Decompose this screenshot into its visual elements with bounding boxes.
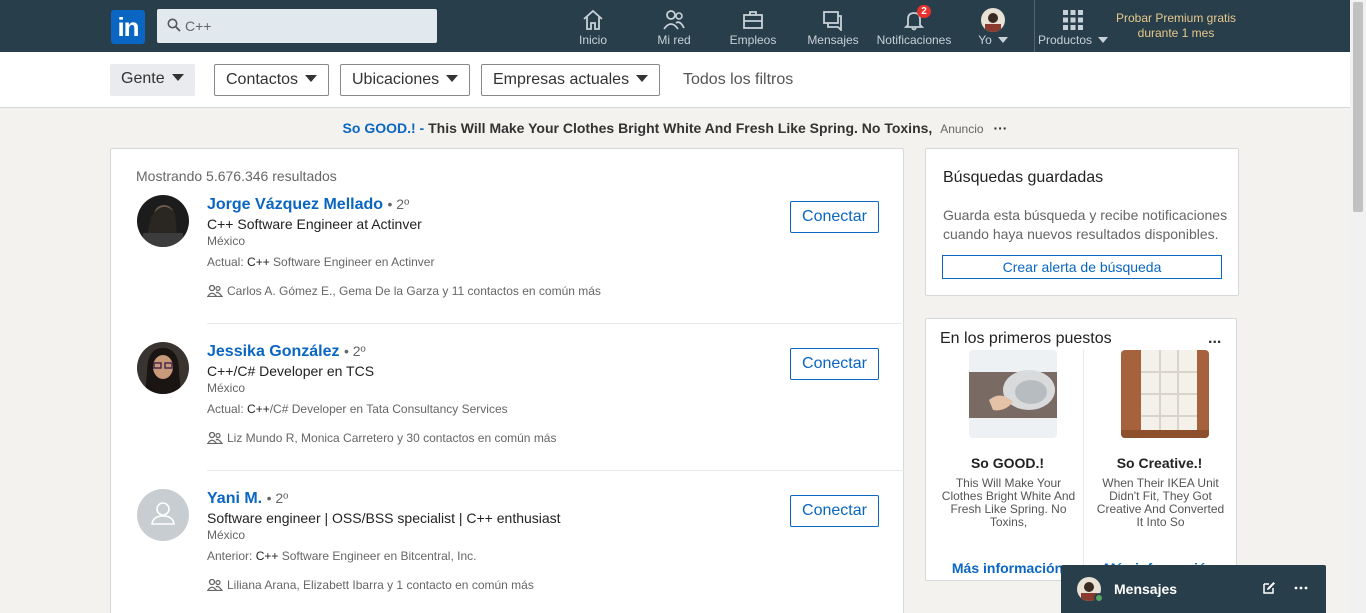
ad-title: So Creative.! bbox=[1116, 455, 1203, 471]
avatar[interactable] bbox=[137, 342, 189, 394]
person-location: México bbox=[207, 234, 246, 248]
nav-divider bbox=[1034, 0, 1035, 52]
promoted-ad[interactable]: So GOOD.! This Will Make Your Clothes Br… bbox=[932, 350, 1083, 580]
ad-menu-icon[interactable]: ··· bbox=[993, 120, 1007, 136]
chevron-down-icon bbox=[171, 74, 184, 82]
saved-searches-title: Búsquedas guardadas bbox=[943, 169, 1104, 186]
home-icon bbox=[583, 9, 603, 30]
ad-message[interactable]: This Will Make Your Clothes Bright White… bbox=[428, 120, 932, 136]
saved-searches-text: Guarda esta búsqueda y recibe notificaci… bbox=[943, 207, 1228, 242]
ad-tag: Anuncio bbox=[940, 122, 984, 136]
avatar[interactable] bbox=[137, 489, 189, 541]
filter-bar: Gente Contactos Ubicaciones Empresas act… bbox=[0, 52, 1350, 108]
grid-icon bbox=[1063, 10, 1083, 30]
connect-button[interactable]: Conectar bbox=[790, 348, 879, 380]
chevron-down-icon bbox=[305, 75, 318, 83]
nav-jobs[interactable]: Empleos bbox=[728, 0, 778, 52]
promoted-ad[interactable]: So Creative.! When Their IKEA Unit Didn'… bbox=[1084, 350, 1235, 580]
more-options-icon[interactable]: ... bbox=[1208, 330, 1221, 348]
nav-me[interactable]: Yo bbox=[972, 0, 1014, 52]
avatar bbox=[981, 8, 1005, 32]
person-current: Actual: C++/C# Developer en Tata Consult… bbox=[207, 402, 508, 416]
person-name[interactable]: Jessika González • 2º bbox=[207, 342, 366, 361]
nav-messages[interactable]: Mensajes bbox=[806, 0, 860, 52]
filter-people[interactable]: Gente bbox=[110, 64, 195, 96]
ad-title: So GOOD.! bbox=[970, 455, 1045, 471]
person-name[interactable]: Yani M. • 2º bbox=[207, 489, 288, 508]
online-status-dot bbox=[1094, 593, 1104, 603]
person-location: México bbox=[207, 528, 246, 542]
all-filters-button[interactable]: Todos los filtros bbox=[683, 64, 793, 96]
chevron-down-icon bbox=[636, 75, 649, 83]
divider bbox=[207, 323, 905, 324]
sponsored-banner[interactable]: So GOOD.! - This Will Make Your Clothes … bbox=[0, 118, 1350, 139]
notification-badge: 2 bbox=[917, 5, 931, 18]
nav-products-label: Productos bbox=[1036, 33, 1110, 47]
premium-link[interactable]: Probar Premium gratis durante 1 mes bbox=[1108, 11, 1244, 41]
nav-messages-label: Mensajes bbox=[807, 33, 859, 47]
shared-connections[interactable]: Liz Mundo R, Monica Carretero y 30 conta… bbox=[207, 431, 556, 445]
person-current: Actual: C++ Software Engineer en Actinve… bbox=[207, 255, 435, 269]
messaging-label[interactable]: Mensajes bbox=[1114, 581, 1177, 597]
ad-brand[interactable]: So GOOD.! bbox=[343, 120, 416, 136]
shared-connections[interactable]: Carlos A. Gómez E., Gema De la Garza y 1… bbox=[207, 284, 601, 298]
linkedin-logo[interactable]: in bbox=[111, 10, 145, 44]
connect-button[interactable]: Conectar bbox=[790, 201, 879, 233]
chat-icon bbox=[823, 11, 842, 31]
nav-network[interactable]: Mi red bbox=[650, 0, 698, 52]
ad-image[interactable] bbox=[1121, 350, 1209, 438]
ad-text: When Their IKEA Unit Didn't Fit, They Go… bbox=[1096, 476, 1225, 529]
nav-home-label: Inicio bbox=[578, 33, 607, 47]
nav-jobs-label: Empleos bbox=[729, 33, 777, 47]
divider bbox=[207, 470, 905, 471]
scrollbar-thumb[interactable] bbox=[1353, 2, 1363, 212]
nav-notifications[interactable]: 2 Notificaciones bbox=[874, 0, 954, 52]
search-box[interactable] bbox=[157, 9, 437, 43]
person-title: C++/C# Developer en TCS bbox=[207, 363, 375, 379]
people-icon bbox=[207, 432, 223, 444]
result-card: Yani M. • 2º Software engineer | OSS/BSS… bbox=[111, 489, 905, 613]
search-icon bbox=[167, 18, 181, 32]
network-icon bbox=[663, 10, 685, 30]
avatar[interactable] bbox=[137, 195, 189, 247]
person-current: Anterior: C++ Software Engineer en Bitce… bbox=[207, 549, 477, 563]
compose-icon[interactable] bbox=[1262, 581, 1276, 595]
messaging-bar[interactable]: Mensajes bbox=[1061, 565, 1326, 613]
ad-text: This Will Make Your Clothes Bright White… bbox=[941, 476, 1076, 529]
search-results: Mostrando 5.676.346 resultados Jorge Váz… bbox=[110, 148, 905, 613]
search-input[interactable] bbox=[185, 9, 430, 43]
filter-connections[interactable]: Contactos bbox=[214, 64, 330, 96]
promoted-card: En los primeros puestos ... So GOOD.! Th… bbox=[925, 318, 1237, 581]
scrollbar[interactable] bbox=[1350, 0, 1366, 613]
nav-notifications-label: Notificaciones bbox=[876, 33, 952, 47]
filter-current-companies[interactable]: Empresas actuales bbox=[481, 64, 661, 96]
result-card: Jessika González • 2º C++/C# Developer e… bbox=[111, 342, 905, 489]
promoted-title: En los primeros puestos bbox=[940, 330, 1112, 347]
briefcase-icon bbox=[743, 11, 763, 29]
nav-network-label: Mi red bbox=[657, 33, 691, 47]
nav-me-label: Yo bbox=[972, 33, 1014, 47]
connect-button[interactable]: Conectar bbox=[790, 495, 879, 527]
nav-products[interactable]: Productos bbox=[1036, 0, 1110, 52]
person-title: Software engineer | OSS/BSS specialist |… bbox=[207, 510, 561, 526]
shared-connections[interactable]: Liliana Arana, Elizabett Ibarra y 1 cont… bbox=[207, 578, 534, 592]
result-card: Jorge Vázquez Mellado • 2º C++ Software … bbox=[111, 195, 905, 342]
ad-image[interactable] bbox=[969, 350, 1057, 438]
people-icon bbox=[207, 285, 223, 297]
results-count: Mostrando 5.676.346 resultados bbox=[136, 168, 337, 184]
people-icon bbox=[207, 579, 223, 591]
create-alert-button[interactable]: Crear alerta de búsqueda bbox=[942, 255, 1222, 279]
person-location: México bbox=[207, 381, 246, 395]
chevron-down-icon bbox=[446, 75, 459, 83]
saved-searches-card: Búsquedas guardadas Guarda esta búsqueda… bbox=[925, 148, 1239, 296]
person-title: C++ Software Engineer at Actinver bbox=[207, 216, 422, 232]
filter-locations[interactable]: Ubicaciones bbox=[340, 64, 471, 96]
top-navbar: in Inicio Mi red Empleos Mensajes 2 Noti… bbox=[0, 0, 1350, 52]
nav-home[interactable]: Inicio bbox=[569, 0, 617, 52]
person-name[interactable]: Jorge Vázquez Mellado • 2º bbox=[207, 195, 409, 214]
more-options-icon[interactable] bbox=[1294, 581, 1308, 595]
